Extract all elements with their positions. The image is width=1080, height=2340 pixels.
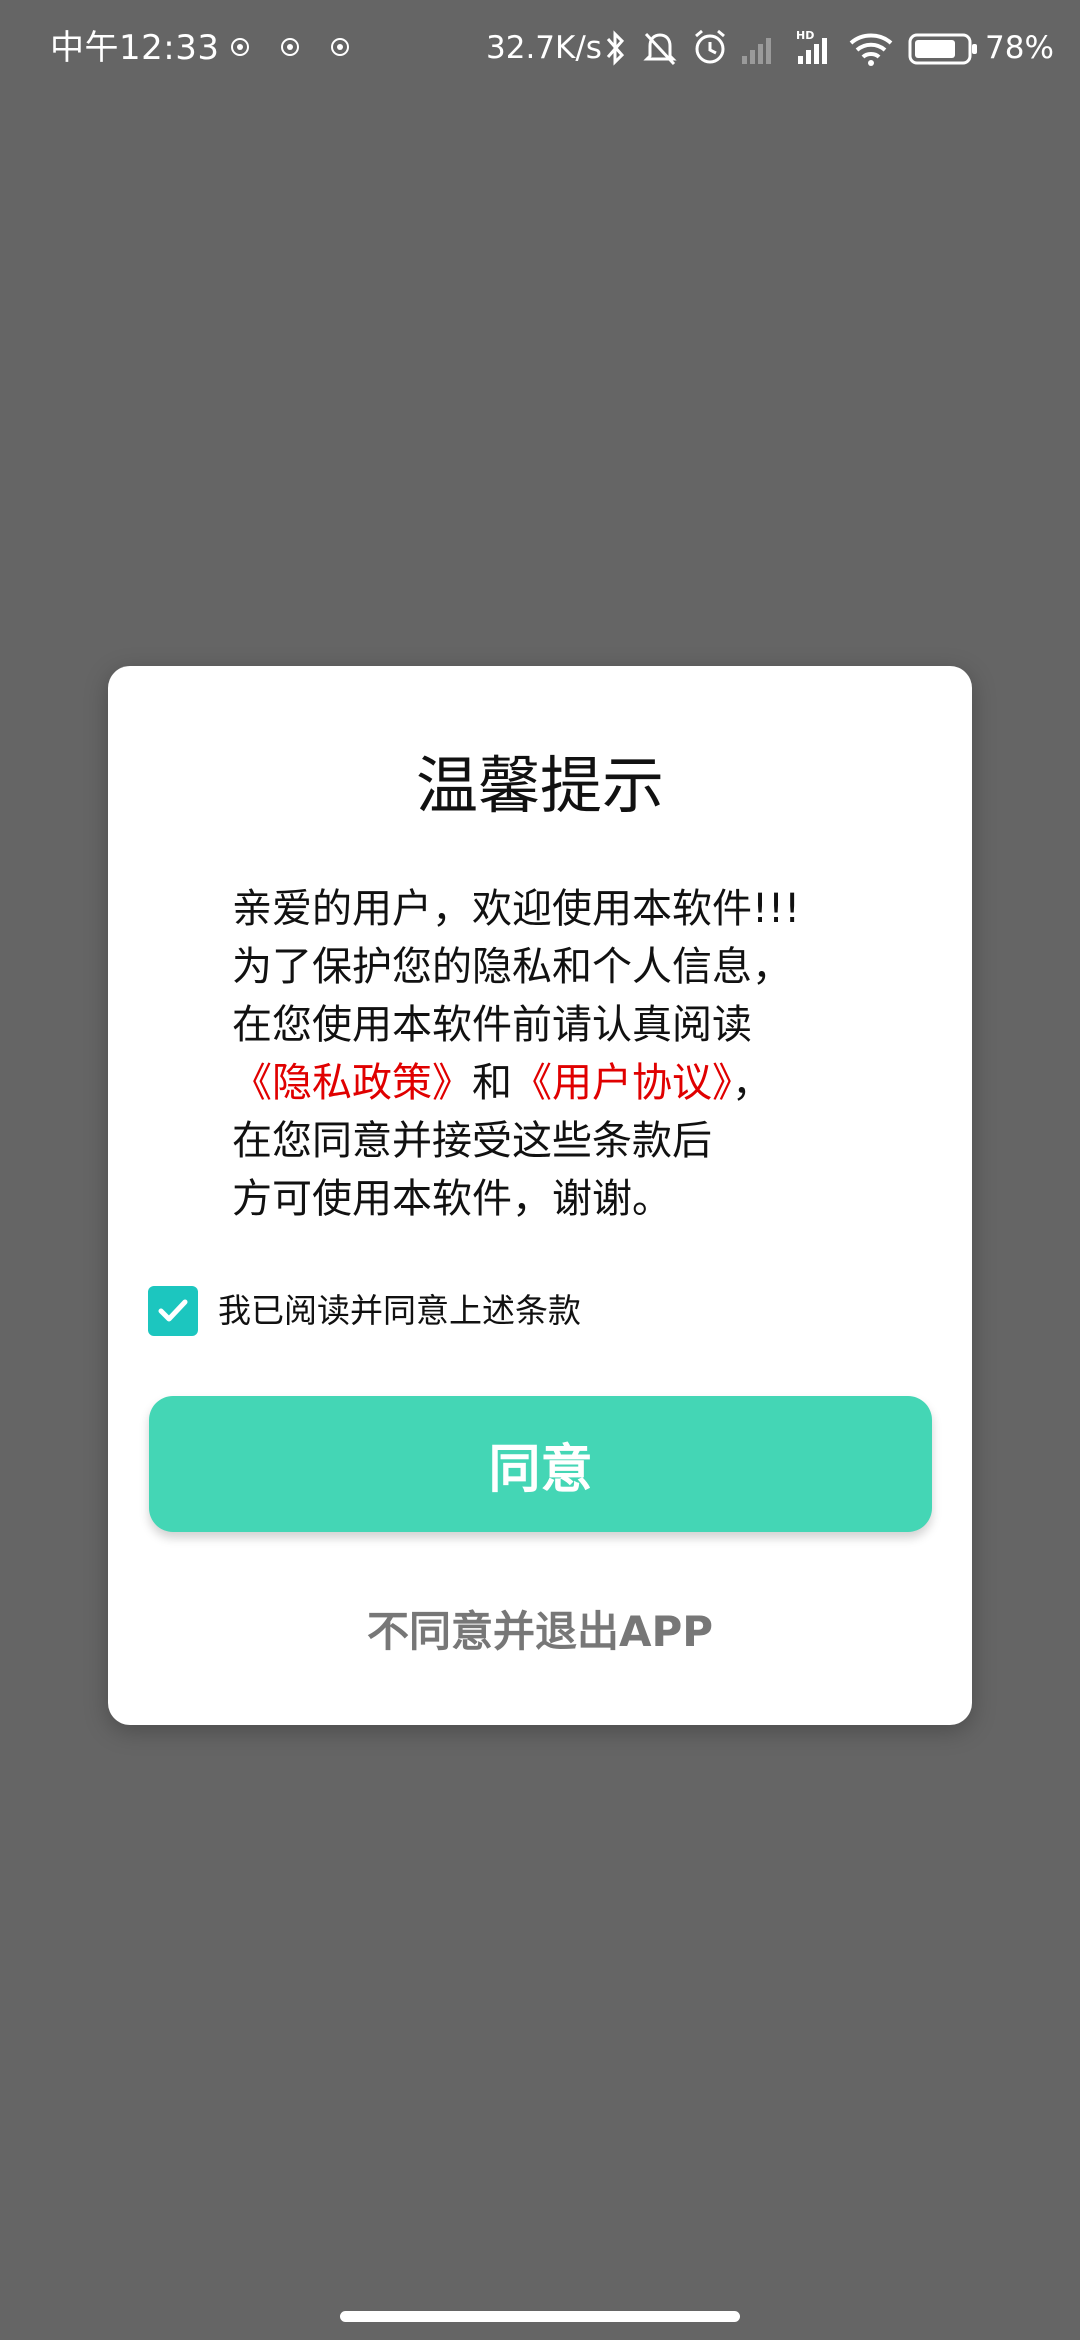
svg-text:HD: HD: [796, 29, 814, 42]
body-line-3: 在您使用本软件前请认真阅读: [232, 1002, 752, 1048]
body-line-4: 《隐私政策》和《用户协议》，: [232, 1054, 892, 1112]
body-line-1: 亲爱的用户，欢迎使用本软件!!!: [232, 886, 801, 932]
and-text: 和: [472, 1060, 512, 1106]
notification-icon: [231, 38, 249, 56]
network-speed: 32.7K/s: [486, 30, 602, 66]
battery-percent: 78%: [985, 30, 1054, 66]
body-line-5: 在您同意并接受这些条款后: [232, 1118, 712, 1164]
agree-checkbox-row[interactable]: 我已阅读并同意上述条款: [148, 1286, 581, 1336]
disagree-exit-button[interactable]: 不同意并退出APP: [108, 1602, 972, 1662]
notification-icon: [331, 38, 349, 56]
mute-icon: [643, 32, 677, 66]
hd-signal-icon: HD: [796, 29, 827, 64]
status-time: 中午12:33: [50, 28, 220, 68]
notification-icon: [281, 38, 299, 56]
user-agreement-link[interactable]: 《用户协议》: [512, 1060, 732, 1106]
privacy-policy-link[interactable]: 《隐私政策》: [232, 1060, 472, 1106]
bluetooth-icon: [606, 30, 625, 66]
dialog-body: 亲爱的用户，欢迎使用本软件!!! 为了保护您的隐私和个人信息， 在您使用本软件前…: [232, 880, 892, 1228]
wifi-icon: [849, 33, 893, 66]
battery-icon: [908, 33, 977, 65]
dialog-title: 温馨提示: [415, 749, 664, 822]
privacy-dialog: 温馨提示 亲爱的用户，欢迎使用本软件!!! 为了保护您的隐私和个人信息， 在您使…: [108, 666, 972, 1725]
comma-text: ，: [732, 1060, 772, 1106]
status-bar: 中午12:33 32.7K/s HD 78%: [0, 0, 1080, 96]
alarm-icon: [695, 29, 725, 64]
agree-checkbox-label: 我已阅读并同意上述条款: [218, 1291, 581, 1330]
signal-icon: [742, 38, 771, 64]
agree-button[interactable]: 同意: [149, 1396, 932, 1532]
body-line-6: 方可使用本软件，谢谢。: [232, 1176, 672, 1222]
checkmark-icon: [158, 1299, 188, 1322]
home-indicator[interactable]: [340, 2311, 740, 2322]
body-line-2: 为了保护您的隐私和个人信息，: [232, 944, 792, 990]
agree-checkbox[interactable]: [148, 1286, 198, 1336]
